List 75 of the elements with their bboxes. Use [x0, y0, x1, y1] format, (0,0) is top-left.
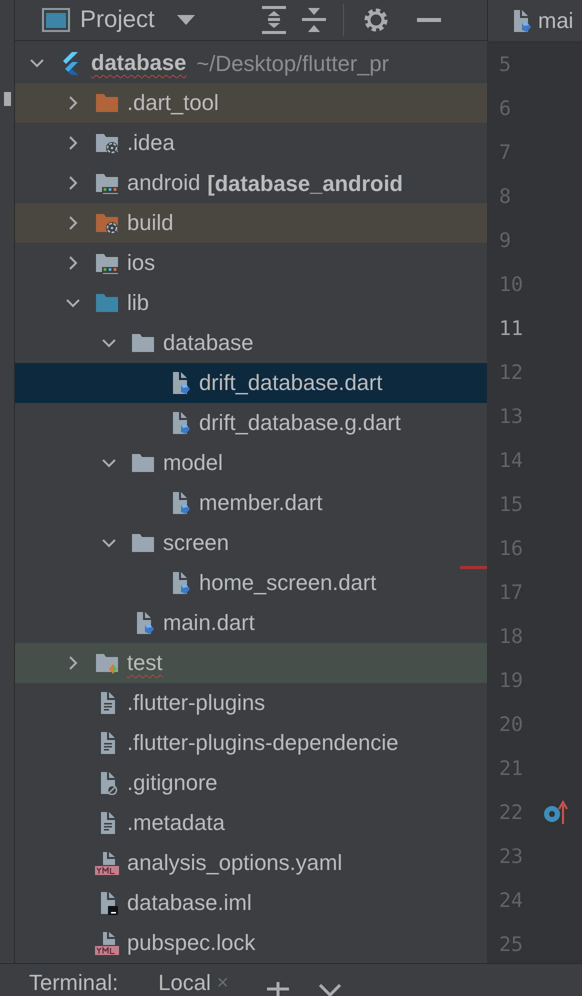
line-number: 11	[499, 315, 524, 342]
tree-row[interactable]: .flutter-plugins-dependencie	[15, 723, 487, 763]
window-icon	[42, 8, 70, 32]
panel-title[interactable]: Project	[80, 2, 155, 38]
collapse-all-icon[interactable]	[300, 6, 327, 34]
file-name: build	[127, 209, 174, 237]
file-name: .gitignore	[127, 769, 218, 797]
file-name: lib	[127, 289, 150, 317]
expand-all-icon[interactable]	[260, 6, 287, 34]
file-name: test	[127, 649, 162, 677]
file-name: .metadata	[127, 809, 225, 837]
file-name: ios	[127, 249, 156, 277]
file-name: member.dart	[199, 489, 322, 517]
tree-row[interactable]: drift_database.g.dart	[15, 403, 487, 443]
tree-row[interactable]: model	[15, 443, 487, 483]
gear-folder-icon	[95, 211, 119, 235]
tree-row[interactable]: .idea	[15, 123, 487, 163]
folder-icon	[131, 531, 155, 555]
terminal-tab[interactable]: Local ×	[158, 970, 229, 996]
file-name: model	[163, 449, 223, 477]
tree-row[interactable]: database	[15, 323, 487, 363]
file-name: .flutter-plugins-dependencie	[127, 729, 399, 757]
tree-row[interactable]: database.iml	[15, 883, 487, 923]
gear-folder-icon	[95, 131, 119, 155]
chevron-down-icon[interactable]	[318, 984, 341, 996]
file-name: pubspec.lock	[127, 929, 256, 957]
folder-icon	[131, 451, 155, 475]
folder-icon	[131, 331, 155, 355]
yaml-file-icon	[95, 931, 119, 955]
file-name: drift_database.g.dart	[199, 409, 401, 437]
module-folder-icon	[95, 171, 119, 195]
file-name: database	[163, 329, 254, 357]
tree-row[interactable]: lib	[15, 283, 487, 323]
test-folder-icon	[95, 651, 119, 675]
tree-row[interactable]: screen	[15, 523, 487, 563]
tree-row[interactable]: .gitignore	[15, 763, 487, 803]
tree-row[interactable]: pubspec.lock	[15, 923, 487, 963]
file-name: android	[127, 169, 200, 197]
add-icon[interactable]	[266, 982, 289, 996]
file-name: .dart_tool	[127, 89, 219, 117]
yaml-file-icon	[95, 851, 119, 875]
tree-row[interactable]: main.dart	[15, 603, 487, 643]
dropdown-caret-icon[interactable]	[176, 14, 195, 26]
tree-row[interactable]: member.dart	[15, 483, 487, 523]
tree-row[interactable]: ios	[15, 243, 487, 283]
file-name: .idea	[127, 129, 175, 157]
tree-row[interactable]: .metadata	[15, 803, 487, 843]
terminal-title: Terminal:	[29, 970, 118, 996]
module-folder-icon	[95, 251, 119, 275]
file-name: database	[91, 49, 186, 77]
tree-row[interactable]: android [database_android	[15, 163, 487, 203]
file-name: home_screen.dart	[199, 569, 376, 597]
tree-row[interactable]: test	[15, 643, 487, 683]
tree-row[interactable]: build	[15, 203, 487, 243]
file-name: database.iml	[127, 889, 252, 917]
tree-row[interactable]: .dart_tool	[15, 83, 487, 123]
file-name: main.dart	[163, 609, 255, 637]
module-name: [database_android	[207, 170, 403, 198]
editor-tab[interactable]: mai	[487, 0, 582, 41]
project-path: ~/Desktop/flutter_pr	[196, 50, 389, 78]
override-marker-icon[interactable]	[543, 799, 569, 825]
error-stripe	[460, 566, 487, 569]
settings-icon[interactable]	[362, 7, 389, 33]
tree-row[interactable]: database ~/Desktop/flutter_pr	[15, 43, 487, 83]
folder-icon	[95, 91, 119, 115]
file-name: analysis_options.yaml	[127, 849, 342, 877]
tree-row[interactable]: home_screen.dart	[15, 563, 487, 603]
tree-row[interactable]: drift_database.dart	[15, 363, 487, 403]
tree-row[interactable]: .flutter-plugins	[15, 683, 487, 723]
file-name: drift_database.dart	[199, 369, 382, 397]
strip-marker	[4, 92, 10, 106]
tree-row[interactable]: analysis_options.yaml	[15, 843, 487, 883]
file-name: screen	[163, 529, 230, 557]
file-name: .flutter-plugins	[127, 689, 266, 717]
folder-icon	[95, 291, 119, 315]
